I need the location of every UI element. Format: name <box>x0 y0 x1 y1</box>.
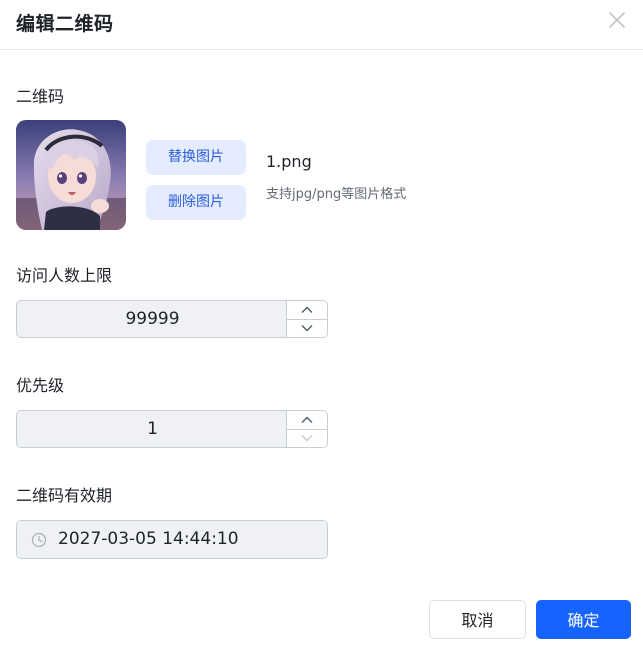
visitor-limit-stepper <box>286 301 327 337</box>
priority-label: 优先级 <box>16 376 65 395</box>
chevron-up-icon <box>301 306 313 313</box>
expiry-value: 2027-03-05 14:44:10 <box>58 529 239 549</box>
priority-decrease-button[interactable] <box>287 429 327 447</box>
file-name: 1.png <box>266 152 312 171</box>
clock-icon <box>31 532 47 548</box>
priority-input: 1 <box>16 410 328 448</box>
dialog-title: 编辑二维码 <box>16 13 114 35</box>
delete-image-button[interactable]: 删除图片 <box>146 185 246 220</box>
replace-image-button[interactable]: 替换图片 <box>146 140 246 175</box>
expiry-label: 二维码有效期 <box>16 486 113 505</box>
cancel-button[interactable]: 取消 <box>429 600 526 639</box>
close-button[interactable] <box>607 10 627 30</box>
qrcode-image <box>16 120 126 230</box>
close-icon <box>609 12 625 28</box>
visitor-limit-increase-button[interactable] <box>287 301 327 320</box>
visitor-limit-decrease-button[interactable] <box>287 319 327 337</box>
file-format-hint: 支持jpg/png等图片格式 <box>266 187 407 202</box>
visitor-limit-input: 99999 <box>16 300 328 338</box>
visitor-limit-value[interactable]: 99999 <box>17 301 288 337</box>
chevron-down-icon <box>301 435 313 442</box>
edit-qrcode-dialog: 编辑二维码 二维码 替换图片 删除图片 1.png 支持jpg/png等图片格式… <box>0 0 643 653</box>
confirm-button[interactable]: 确定 <box>536 600 631 639</box>
chevron-up-icon <box>301 416 313 423</box>
priority-value[interactable]: 1 <box>17 411 288 447</box>
priority-stepper <box>286 411 327 447</box>
dialog-header: 编辑二维码 <box>0 0 643 50</box>
chevron-down-icon <box>301 325 313 332</box>
expiry-date-picker[interactable]: 2027-03-05 14:44:10 <box>16 520 328 559</box>
priority-increase-button[interactable] <box>287 411 327 430</box>
qrcode-label: 二维码 <box>16 87 65 106</box>
visitor-limit-label: 访问人数上限 <box>16 266 113 285</box>
